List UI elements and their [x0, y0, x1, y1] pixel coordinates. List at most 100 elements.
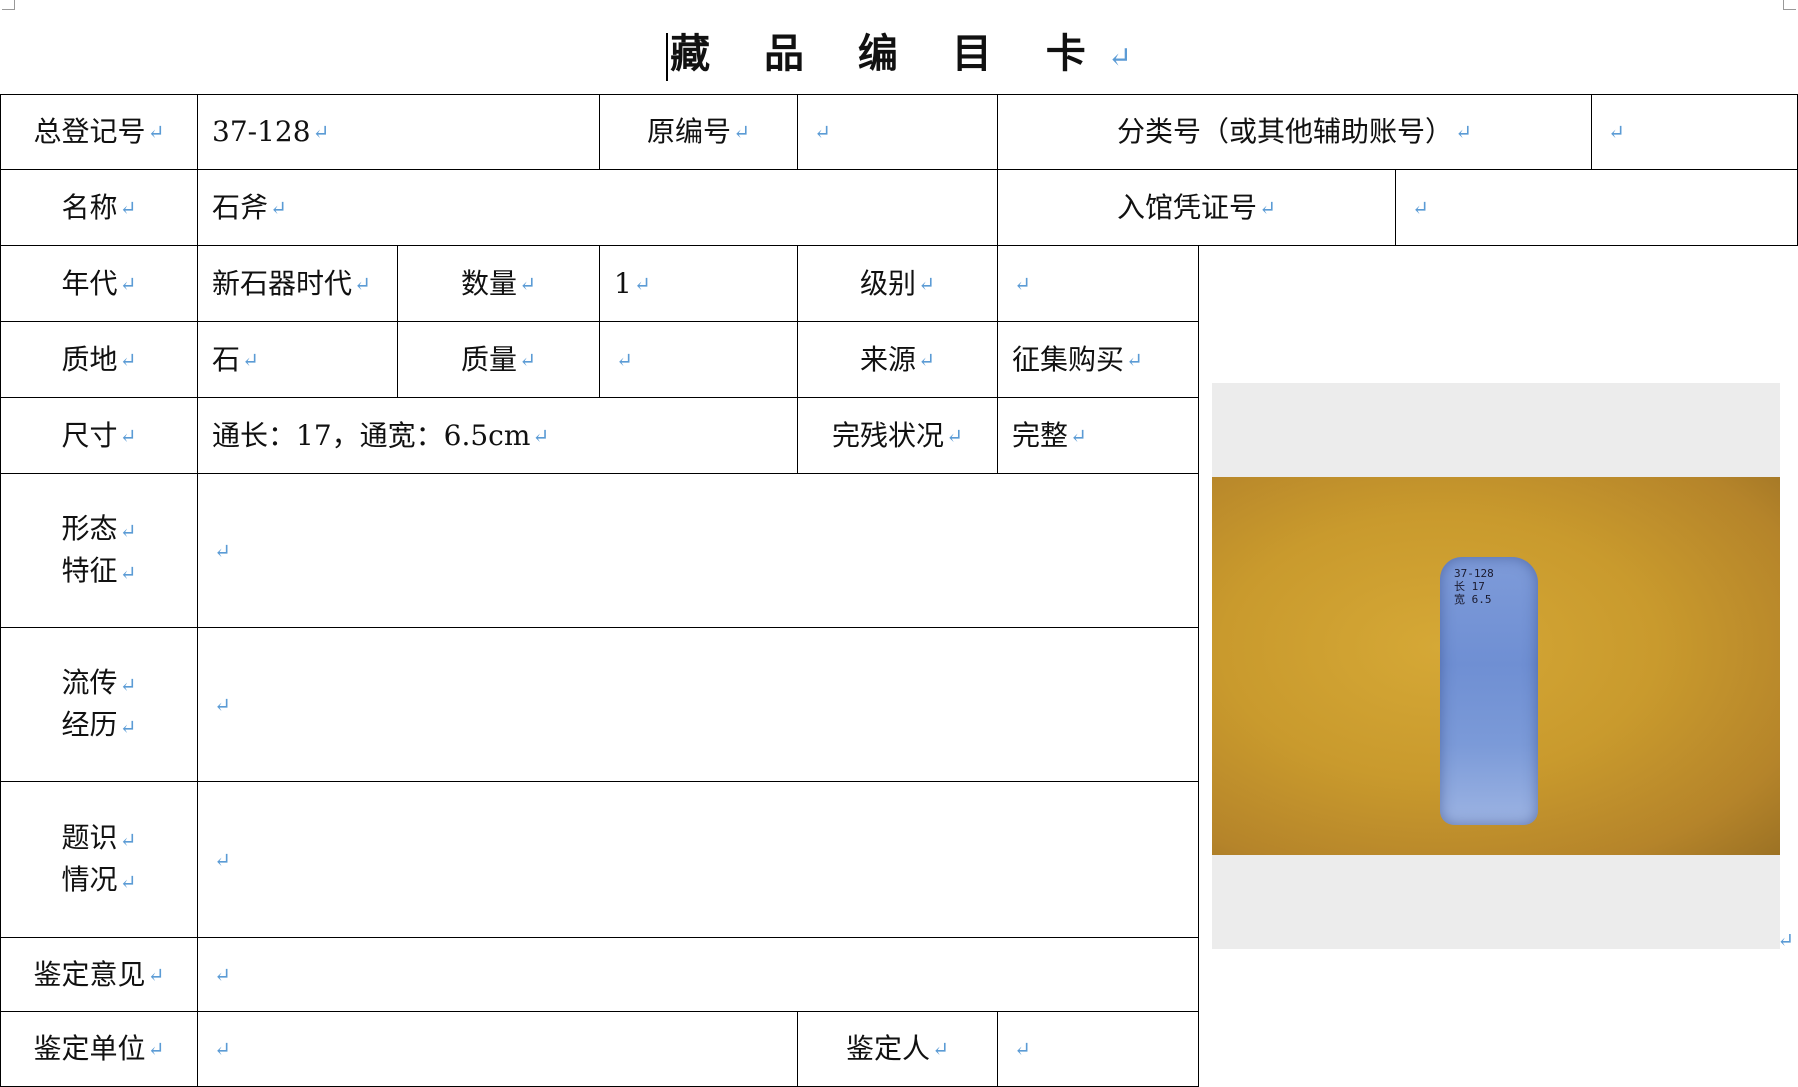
material-value: 石: [212, 342, 241, 376]
return-mark: ↵: [214, 847, 231, 872]
return-mark: ↵: [119, 195, 137, 220]
morphology-cell[interactable]: ↵: [197, 473, 1199, 628]
accession-voucher-label-cell: 入馆凭证号 ↵: [997, 169, 1396, 246]
inscription-label-line1: 题识: [61, 820, 118, 854]
period-value: 新石器时代: [212, 266, 353, 300]
return-mark: ↵: [214, 962, 231, 987]
return-mark: ↵: [214, 538, 231, 563]
artifact-label-line1: 37-128: [1454, 567, 1494, 580]
inscription-cell[interactable]: ↵: [197, 781, 1199, 938]
return-mark: ↵: [1014, 271, 1031, 296]
inscription-label-line2: 情况: [61, 862, 118, 896]
condition-cell[interactable]: 完整 ↵: [997, 397, 1199, 474]
appraisal-opinion-cell[interactable]: ↵: [197, 937, 1199, 1012]
return-mark: ↵: [733, 120, 750, 144]
return-mark: ↵: [119, 869, 137, 894]
name-cell[interactable]: 石斧 ↵: [197, 169, 998, 246]
dimensions-cell[interactable]: 通长：17，通宽：6.5cm ↵: [197, 397, 798, 474]
return-mark: ↵: [214, 1037, 231, 1061]
source-label-cell: 来源 ↵: [797, 321, 998, 398]
registration-number-label-cell: 总登记号 ↵: [0, 94, 198, 170]
stone-axe-image: 37-128 长 17 宽 6.5: [1440, 557, 1538, 825]
registration-number-cell[interactable]: 37-128 ↵: [197, 94, 600, 170]
inscription-label-cell: 题识↵ 情况↵: [0, 781, 198, 938]
return-mark: ↵: [1412, 195, 1429, 220]
quantity-cell[interactable]: 1 ↵: [599, 245, 798, 322]
return-mark: ↵: [354, 271, 371, 296]
grade-label-cell: 级别 ↵: [797, 245, 998, 322]
return-mark: ↵: [918, 347, 935, 372]
return-mark: ↵: [119, 423, 137, 448]
return-mark: ↵: [242, 347, 259, 372]
period-label: 年代: [61, 266, 118, 300]
return-mark: ↵: [119, 271, 137, 296]
source-label: 来源: [860, 342, 917, 376]
material-label: 质地: [61, 342, 118, 376]
period-cell[interactable]: 新石器时代 ↵: [197, 245, 398, 322]
provenance-label-cell: 流传↵ 经历↵: [0, 627, 198, 782]
name-value: 石斧: [212, 190, 269, 224]
return-mark: ↵: [1608, 120, 1625, 144]
weight-cell[interactable]: ↵: [599, 321, 798, 398]
dimensions-label-cell: 尺寸 ↵: [0, 397, 198, 474]
weight-label: 质量: [461, 342, 518, 376]
grade-label: 级别: [860, 266, 917, 300]
return-mark: ↵: [1777, 928, 1794, 952]
return-mark: ↵: [633, 271, 651, 296]
accession-voucher-cell[interactable]: ↵: [1395, 169, 1798, 246]
name-label-cell: 名称 ↵: [0, 169, 198, 246]
weight-label-cell: 质量 ↵: [397, 321, 600, 398]
original-number-cell[interactable]: ↵: [797, 94, 998, 170]
artifact-label: 37-128 长 17 宽 6.5: [1454, 567, 1494, 606]
dimensions-value: 通长：17，通宽：6.5cm: [212, 418, 531, 452]
return-mark: ↵: [1126, 347, 1143, 372]
return-mark: ↵: [1070, 423, 1087, 448]
material-cell[interactable]: 石 ↵: [197, 321, 398, 398]
return-mark: ↵: [946, 423, 963, 448]
quantity-label-cell: 数量 ↵: [397, 245, 600, 322]
condition-value: 完整: [1012, 418, 1069, 452]
return-mark: ↵: [1014, 1037, 1031, 1061]
return-mark: ↵: [312, 120, 330, 144]
source-value: 征集购买: [1012, 342, 1125, 376]
source-cell[interactable]: 征集购买 ↵: [997, 321, 1199, 398]
grade-cell[interactable]: ↵: [997, 245, 1199, 322]
quantity-value: 1: [614, 266, 632, 300]
quantity-label: 数量: [461, 266, 518, 300]
return-mark: ↵: [1107, 40, 1132, 74]
appraisal-opinion-label: 鉴定意见: [33, 957, 146, 991]
return-mark: ↵: [147, 962, 165, 987]
registration-number-label: 总登记号: [33, 115, 146, 148]
artifact-photo[interactable]: 37-128 长 17 宽 6.5: [1212, 477, 1780, 855]
artifact-label-line3: 宽 6.5: [1454, 593, 1492, 606]
provenance-label-line1: 流传: [61, 665, 118, 699]
condition-label-cell: 完残状况 ↵: [797, 397, 998, 474]
provenance-label-line2: 经历: [61, 707, 118, 741]
accession-voucher-label: 入馆凭证号: [1117, 190, 1258, 224]
registration-number-value: 37-128: [212, 115, 311, 148]
name-label: 名称: [61, 190, 118, 224]
appraiser-label: 鉴定人: [846, 1032, 931, 1065]
page-corner-mark: [1783, 0, 1796, 10]
return-mark: ↵: [519, 271, 536, 296]
appraisal-opinion-label-cell: 鉴定意见 ↵: [0, 937, 198, 1012]
return-mark: ↵: [119, 672, 137, 697]
period-label-cell: 年代 ↵: [0, 245, 198, 322]
return-mark: ↵: [270, 195, 287, 220]
provenance-cell[interactable]: ↵: [197, 627, 1199, 782]
morphology-label-line1: 形态: [61, 511, 118, 545]
classification-number-cell[interactable]: ↵: [1591, 94, 1798, 170]
return-mark: ↵: [519, 347, 536, 372]
artifact-label-line2: 长 17: [1454, 580, 1485, 593]
return-mark: ↵: [932, 1037, 949, 1061]
card-title: 藏 品 编 目 卡↵: [0, 24, 1798, 87]
original-number-label: 原编号: [647, 115, 732, 148]
return-mark: ↵: [532, 423, 550, 448]
return-mark: ↵: [214, 692, 231, 717]
return-mark: ↵: [119, 827, 137, 852]
text-cursor: [666, 33, 669, 81]
appraisal-unit-label: 鉴定单位: [33, 1032, 146, 1065]
material-label-cell: 质地 ↵: [0, 321, 198, 398]
return-mark: ↵: [119, 347, 137, 372]
return-mark: ↵: [616, 347, 633, 372]
